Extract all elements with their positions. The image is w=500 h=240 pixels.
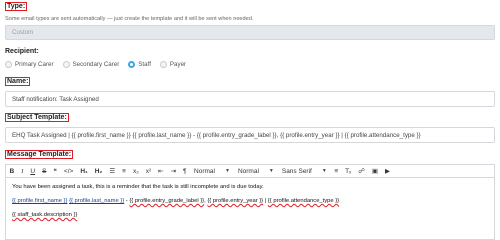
recipient-option-payer[interactable]: Payer	[159, 61, 186, 68]
message-line-3: {{ staff_task.description }}	[12, 212, 78, 218]
superscript-button[interactable]: x²	[142, 165, 154, 177]
chevron-down-icon: ▼	[225, 168, 230, 174]
radio-payer[interactable]	[159, 61, 167, 68]
subject-template-label: Subject Template:	[5, 113, 69, 122]
strike-button[interactable]: S	[39, 165, 50, 177]
message-line-2: {{ profile.first_name }} {{ profile.last…	[12, 198, 340, 204]
chevron-down-icon: ▼	[321, 168, 327, 174]
radio-primary-carer[interactable]	[5, 61, 12, 68]
name-label: Name:	[5, 77, 31, 86]
type-hint: Some email types are sent automatically …	[5, 16, 254, 22]
header-1-button[interactable]: H₁	[77, 165, 91, 177]
outdent-icon[interactable]: ⇤	[155, 165, 167, 177]
bold-button[interactable]: B	[6, 165, 18, 177]
message-template-label: Message Template:	[5, 150, 74, 159]
recipient-radio-group: Primary Carer Secondary Carer Staff Paye…	[5, 61, 195, 68]
recipient-option-staff[interactable]: Staff	[128, 61, 151, 68]
type-select: Custom	[5, 25, 495, 40]
video-icon[interactable]: ▶	[381, 165, 393, 177]
header-2-button[interactable]: H₂	[91, 165, 106, 177]
bullet-list-icon[interactable]: ≡	[119, 165, 130, 177]
editor-toolbar: B I U S ❝ </> H₁ H₂ ☰ ≡ x₂ x² ⇤ ⇥ ¶ Norm…	[5, 164, 495, 177]
font-select[interactable]: Sans Serif ▼	[278, 168, 331, 175]
size-select[interactable]: Normal ▼	[190, 168, 234, 175]
clean-format-icon[interactable]: Tₓ	[342, 165, 355, 177]
recipient-option-secondary-carer[interactable]: Secondary Carer	[62, 61, 119, 68]
type-value: Custom	[12, 29, 34, 36]
chevron-down-icon: ▼	[268, 168, 274, 174]
name-input-value: Staff notification: Task Assigned	[12, 95, 99, 103]
header-select[interactable]: Normal ▼	[234, 168, 278, 175]
message-editor[interactable]: You have been assigned a task, this is a…	[5, 177, 495, 240]
image-icon[interactable]: ▣	[368, 165, 381, 177]
subject-template-input[interactable]: EHQ Task Assigned | {{ profile.first_nam…	[5, 127, 495, 143]
text-direction-icon[interactable]: ¶	[180, 165, 191, 177]
code-icon[interactable]: </>	[60, 165, 76, 177]
align-icon[interactable]: ≡	[331, 165, 342, 177]
ordered-list-icon[interactable]: ☰	[106, 165, 119, 177]
indent-icon[interactable]: ⇥	[167, 165, 179, 177]
name-input[interactable]: Staff notification: Task Assigned	[5, 91, 495, 107]
radio-secondary-carer[interactable]	[62, 61, 70, 68]
recipient-label: Recipient:	[5, 48, 39, 55]
blockquote-icon[interactable]: ❝	[50, 165, 61, 177]
italic-button[interactable]: I	[18, 165, 27, 177]
type-label: Type:	[5, 2, 28, 11]
subscript-button[interactable]: x₂	[129, 165, 142, 177]
radio-staff[interactable]	[128, 61, 136, 68]
recipient-option-primary-carer[interactable]: Primary Carer	[5, 61, 54, 68]
underline-button[interactable]: U	[27, 165, 39, 177]
link-icon[interactable]: ☍	[355, 165, 369, 177]
message-line-1: You have been assigned a task, this is a…	[12, 184, 264, 190]
subject-template-value: EHQ Task Assigned | {{ profile.first_nam…	[12, 131, 421, 139]
